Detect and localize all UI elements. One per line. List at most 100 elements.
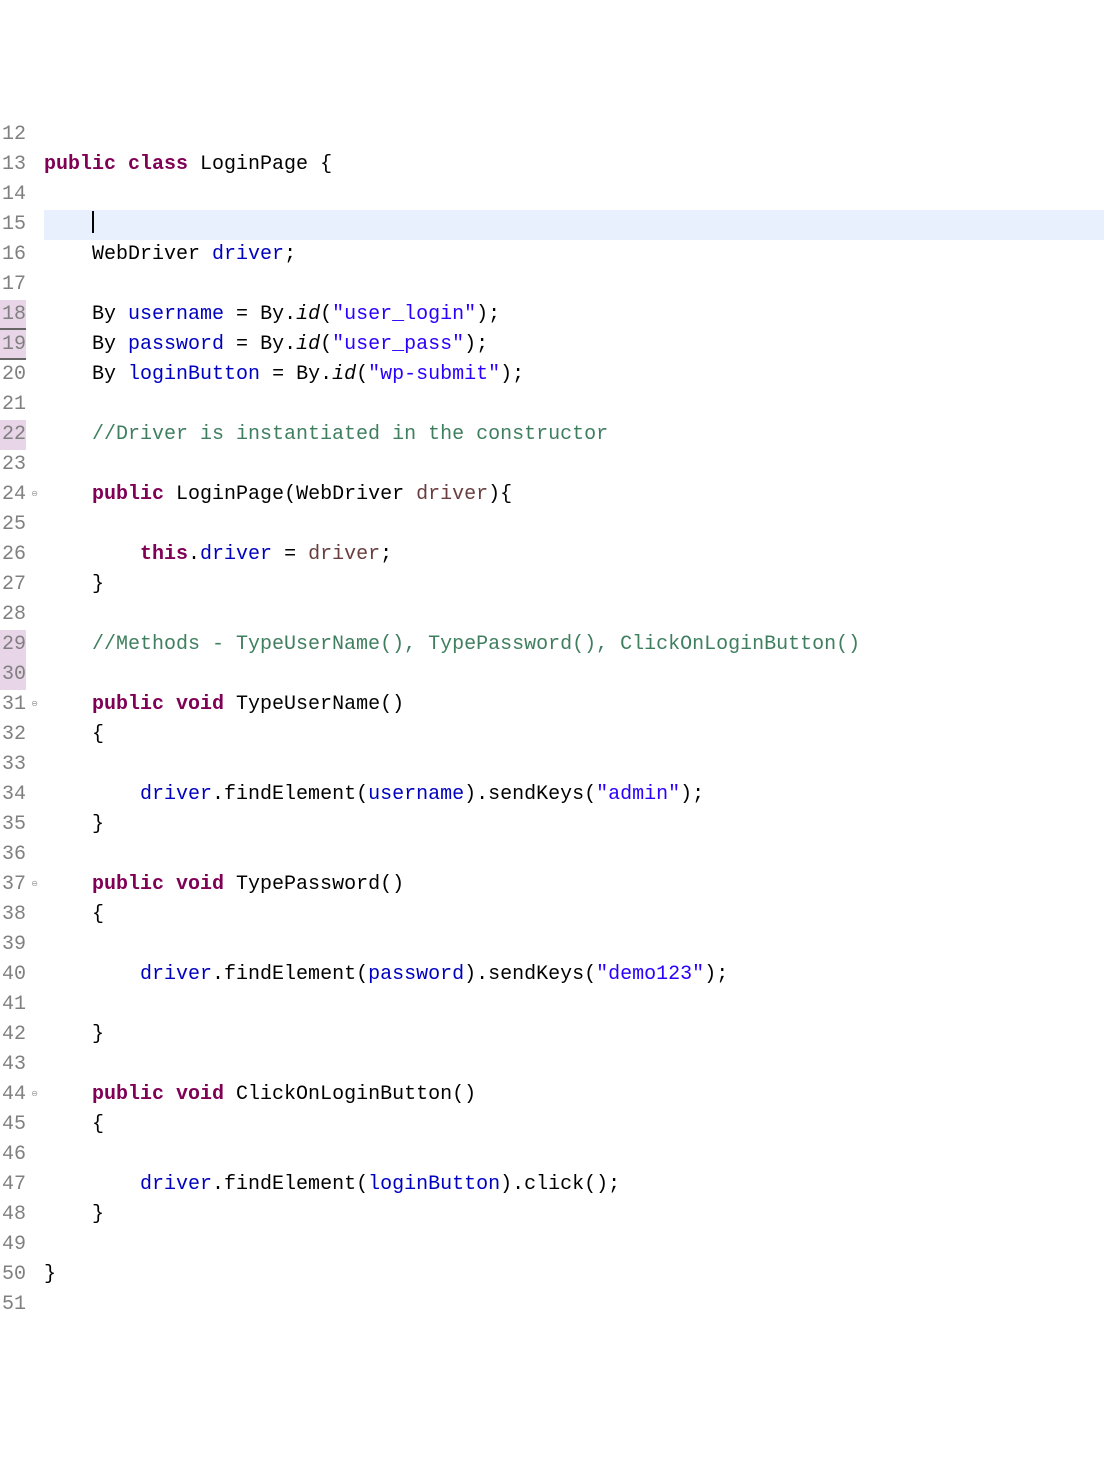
line-number[interactable]: 37⊖ [0,870,26,900]
line-number[interactable]: 35 [0,810,26,840]
code-line[interactable]: } [44,810,1104,840]
fold-toggle-icon[interactable]: ⊖ [28,880,38,890]
code-line[interactable] [44,1140,1104,1170]
line-number[interactable]: 44⊖ [0,1080,26,1110]
line-number[interactable]: 34 [0,780,26,810]
line-number[interactable]: 38 [0,900,26,930]
line-number[interactable]: 28 [0,600,26,630]
line-number[interactable]: 40 [0,960,26,990]
line-number[interactable]: 18 [0,300,26,330]
code-line[interactable] [44,1290,1104,1320]
code-token: () [452,1083,476,1106]
code-line[interactable]: public LoginPage(WebDriver driver){ [44,480,1104,510]
code-token [44,1113,92,1136]
code-line[interactable]: //Methods - TypeUserName(), TypePassword… [44,630,1104,660]
code-line[interactable]: } [44,1260,1104,1290]
line-number[interactable]: 20 [0,360,26,390]
code-token: LoginPage [176,483,284,506]
code-line[interactable]: By username = By.id("user_login"); [44,300,1104,330]
line-number[interactable]: 26 [0,540,26,570]
code-line[interactable] [44,840,1104,870]
code-line[interactable] [44,930,1104,960]
code-editor[interactable]: 12131415161718192021222324⊖2526272829303… [0,120,1104,1320]
line-number[interactable]: 13 [0,150,26,180]
code-line[interactable]: { [44,900,1104,930]
line-number[interactable]: 43 [0,1050,26,1080]
code-line[interactable] [44,600,1104,630]
line-number[interactable]: 17 [0,270,26,300]
code-token [44,543,140,566]
code-token: "wp-submit" [368,363,500,386]
line-number[interactable]: 23 [0,450,26,480]
line-number[interactable]: 15 [0,210,26,240]
code-line[interactable]: public void TypeUserName() [44,690,1104,720]
code-line[interactable]: driver.findElement(password).sendKeys("d… [44,960,1104,990]
code-line[interactable] [44,450,1104,480]
code-line[interactable]: WebDriver driver; [44,240,1104,270]
code-area[interactable]: public class LoginPage { WebDriver drive… [28,120,1104,1320]
line-number[interactable]: 27 [0,570,26,600]
code-line[interactable]: driver.findElement(loginButton).click(); [44,1170,1104,1200]
line-number-gutter: 12131415161718192021222324⊖2526272829303… [0,120,28,1320]
code-line[interactable] [44,750,1104,780]
code-line[interactable] [44,180,1104,210]
code-line[interactable]: driver.findElement(username).sendKeys("a… [44,780,1104,810]
line-number[interactable]: 16 [0,240,26,270]
fold-toggle-icon[interactable]: ⊖ [28,1090,38,1100]
line-number[interactable]: 45 [0,1110,26,1140]
line-number[interactable]: 14 [0,180,26,210]
code-token: TypePassword [236,873,380,896]
code-line[interactable] [44,270,1104,300]
line-number[interactable]: 21 [0,390,26,420]
line-number[interactable]: 25 [0,510,26,540]
code-token: driver [200,543,272,566]
line-number[interactable]: 51 [0,1290,26,1320]
code-token: } [92,573,104,596]
line-number[interactable]: 36 [0,840,26,870]
line-number[interactable]: 49 [0,1230,26,1260]
code-line[interactable]: By password = By.id("user_pass"); [44,330,1104,360]
line-number[interactable]: 33 [0,750,26,780]
code-line[interactable]: public class LoginPage { [44,150,1104,180]
code-line[interactable] [44,660,1104,690]
line-number[interactable]: 32 [0,720,26,750]
code-line[interactable]: public void TypePassword() [44,870,1104,900]
code-token: By [260,303,284,326]
code-line[interactable] [44,990,1104,1020]
fold-toggle-icon[interactable]: ⊖ [28,490,38,500]
code-line[interactable]: } [44,1200,1104,1230]
line-number[interactable]: 31⊖ [0,690,26,720]
code-line[interactable] [44,390,1104,420]
code-line[interactable] [44,210,1104,240]
code-line[interactable]: public void ClickOnLoginButton() [44,1080,1104,1110]
code-line[interactable] [44,1050,1104,1080]
line-number[interactable]: 41 [0,990,26,1020]
line-number[interactable]: 19 [0,330,26,360]
line-number[interactable]: 50 [0,1260,26,1290]
line-number[interactable]: 22 [0,420,26,450]
code-token [44,723,92,746]
line-number[interactable]: 12 [0,120,26,150]
line-number[interactable]: 39 [0,930,26,960]
code-line[interactable] [44,1230,1104,1260]
line-number[interactable]: 29 [0,630,26,660]
line-number[interactable]: 46 [0,1140,26,1170]
code-token: "admin" [596,783,680,806]
code-line[interactable] [44,120,1104,150]
code-line[interactable]: { [44,1110,1104,1140]
line-number[interactable]: 48 [0,1200,26,1230]
code-line[interactable]: //Driver is instantiated in the construc… [44,420,1104,450]
code-line[interactable]: } [44,570,1104,600]
code-token: username [368,783,464,806]
line-number[interactable]: 47 [0,1170,26,1200]
code-line[interactable] [44,510,1104,540]
code-token: () [380,873,404,896]
code-line[interactable]: By loginButton = By.id("wp-submit"); [44,360,1104,390]
code-line[interactable]: } [44,1020,1104,1050]
code-line[interactable]: this.driver = driver; [44,540,1104,570]
line-number[interactable]: 24⊖ [0,480,26,510]
code-line[interactable]: { [44,720,1104,750]
line-number[interactable]: 30 [0,660,26,690]
line-number[interactable]: 42 [0,1020,26,1050]
fold-toggle-icon[interactable]: ⊖ [28,700,38,710]
